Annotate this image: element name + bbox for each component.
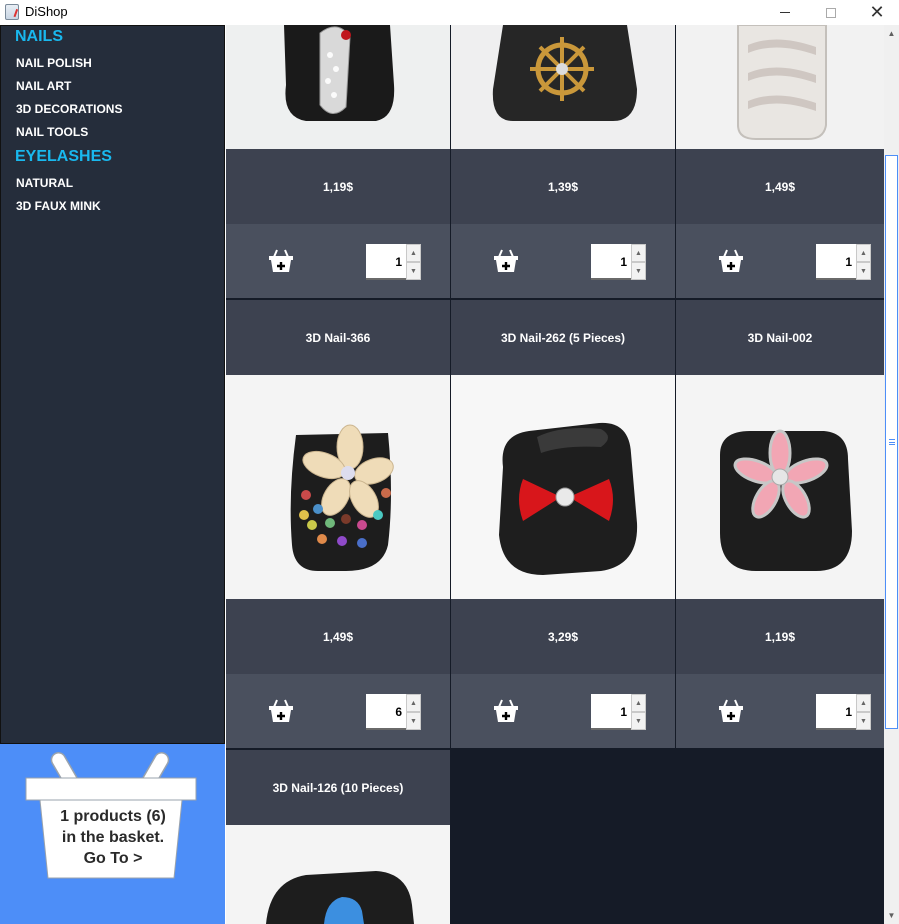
- decrement-icon[interactable]: ▼: [856, 712, 871, 730]
- product-price: 3,29$: [451, 599, 675, 674]
- title-bar: DiShop ✕: [0, 0, 899, 25]
- decrement-icon[interactable]: ▼: [856, 262, 871, 280]
- quantity-stepper[interactable]: 1 ▲ ▼: [591, 694, 647, 730]
- product-price: 1,49$: [676, 149, 884, 224]
- product-image[interactable]: [226, 25, 450, 149]
- decrement-icon[interactable]: ▼: [406, 712, 421, 730]
- minimize-button[interactable]: [762, 0, 808, 25]
- product-actions: 1 ▲ ▼: [451, 674, 675, 748]
- category-heading-nails[interactable]: NAILS: [15, 28, 63, 46]
- product-actions: 1 ▲ ▼: [226, 224, 450, 298]
- product-image[interactable]: [676, 25, 884, 149]
- increment-icon[interactable]: ▲: [631, 694, 646, 712]
- scrollbar-thumb[interactable]: [885, 155, 898, 729]
- quantity-field[interactable]: 1: [591, 244, 631, 280]
- decrement-icon[interactable]: ▼: [406, 262, 421, 280]
- product-card: 1,49$ 1 ▲ ▼: [676, 25, 884, 299]
- maximize-icon: [826, 7, 836, 18]
- product-card: 1,19$ 1 ▲ ▼: [226, 25, 450, 299]
- add-to-basket-icon[interactable]: [268, 248, 294, 274]
- window-title: DiShop: [25, 4, 68, 19]
- sidebar-item-nail-art[interactable]: NAIL ART: [16, 79, 71, 93]
- quantity-stepper[interactable]: 1 ▲ ▼: [816, 244, 872, 280]
- increment-icon[interactable]: ▲: [406, 694, 421, 712]
- product-price: 1,19$: [676, 599, 884, 674]
- product-card: 3D Nail-366 1,49$ 6 ▲ ▼: [226, 300, 450, 749]
- sidebar-item-nail-polish[interactable]: NAIL POLISH: [16, 56, 92, 70]
- increment-icon[interactable]: ▲: [631, 244, 646, 262]
- product-image[interactable]: [226, 825, 450, 924]
- quantity-stepper[interactable]: 1 ▲ ▼: [366, 244, 422, 280]
- product-price: 1,39$: [451, 149, 675, 224]
- close-icon: ✕: [869, 2, 885, 22]
- basket-summary[interactable]: 1 products (6) in the basket. Go To >: [40, 806, 186, 869]
- product-grid: 1,19$ 1 ▲ ▼ 1,39$ 1 ▲ ▼ 1,49$ 1 ▲ ▼ 3D N…: [226, 25, 884, 924]
- product-name[interactable]: 3D Nail-262 (5 Pieces): [451, 300, 675, 375]
- product-image[interactable]: [451, 375, 675, 599]
- product-card: 3D Nail-002 1,19$ 1 ▲ ▼: [676, 300, 884, 749]
- app-icon: [5, 4, 19, 20]
- increment-icon[interactable]: ▲: [856, 244, 871, 262]
- increment-icon[interactable]: ▲: [856, 694, 871, 712]
- quantity-stepper[interactable]: 1 ▲ ▼: [816, 694, 872, 730]
- maximize-button[interactable]: [808, 0, 854, 25]
- vertical-scrollbar[interactable]: ▲ ▼: [884, 25, 899, 924]
- category-sidebar: NAILS NAIL POLISH NAIL ART 3D DECORATION…: [0, 25, 225, 744]
- product-name[interactable]: 3D Nail-002: [676, 300, 884, 375]
- quantity-field[interactable]: 6: [366, 694, 406, 730]
- basket-goto-link[interactable]: Go To >: [40, 848, 186, 869]
- quantity-stepper[interactable]: 6 ▲ ▼: [366, 694, 422, 730]
- decrement-icon[interactable]: ▼: [631, 712, 646, 730]
- grip-icon: [889, 439, 895, 445]
- add-to-basket-icon[interactable]: [493, 248, 519, 274]
- basket-count-text: 1 products (6): [60, 808, 166, 825]
- product-name[interactable]: 3D Nail-126 (10 Pieces): [226, 750, 450, 825]
- quantity-field[interactable]: 1: [591, 694, 631, 730]
- product-image[interactable]: [226, 375, 450, 599]
- product-name[interactable]: 3D Nail-366: [226, 300, 450, 375]
- quantity-field[interactable]: 1: [816, 244, 856, 280]
- scroll-down-icon[interactable]: ▼: [884, 907, 899, 924]
- minimize-icon: [780, 12, 790, 13]
- product-price: 1,49$: [226, 599, 450, 674]
- product-actions: 1 ▲ ▼: [676, 674, 884, 748]
- sidebar-item-natural[interactable]: NATURAL: [16, 176, 73, 190]
- add-to-basket-icon[interactable]: [718, 698, 744, 724]
- product-actions: 1 ▲ ▼: [676, 224, 884, 298]
- sidebar-item-3d-faux-mink[interactable]: 3D FAUX MINK: [16, 199, 101, 213]
- add-to-basket-icon[interactable]: [718, 248, 744, 274]
- increment-icon[interactable]: ▲: [406, 244, 421, 262]
- close-button[interactable]: ✕: [854, 0, 899, 25]
- add-to-basket-icon[interactable]: [268, 698, 294, 724]
- sidebar-item-nail-tools[interactable]: NAIL TOOLS: [16, 125, 88, 139]
- category-heading-eyelashes[interactable]: EYELASHES: [15, 148, 112, 166]
- basket-status-text: in the basket.: [61, 829, 165, 846]
- scroll-up-icon[interactable]: ▲: [884, 25, 899, 42]
- decrement-icon[interactable]: ▼: [631, 262, 646, 280]
- quantity-field[interactable]: 1: [366, 244, 406, 280]
- product-card: 1,39$ 1 ▲ ▼: [451, 25, 675, 299]
- add-to-basket-icon[interactable]: [493, 698, 519, 724]
- product-image[interactable]: [676, 375, 884, 599]
- product-actions: 1 ▲ ▼: [451, 224, 675, 298]
- sidebar-item-3d-decorations[interactable]: 3D DECORATIONS: [16, 102, 122, 116]
- product-image[interactable]: [451, 25, 675, 149]
- product-actions: 6 ▲ ▼: [226, 674, 450, 748]
- quantity-stepper[interactable]: 1 ▲ ▼: [591, 244, 647, 280]
- quantity-field[interactable]: 1: [816, 694, 856, 730]
- product-card: 3D Nail-262 (5 Pieces) 3,29$ 1 ▲ ▼: [451, 300, 675, 749]
- product-card: 3D Nail-126 (10 Pieces): [226, 750, 450, 924]
- product-price: 1,19$: [226, 149, 450, 224]
